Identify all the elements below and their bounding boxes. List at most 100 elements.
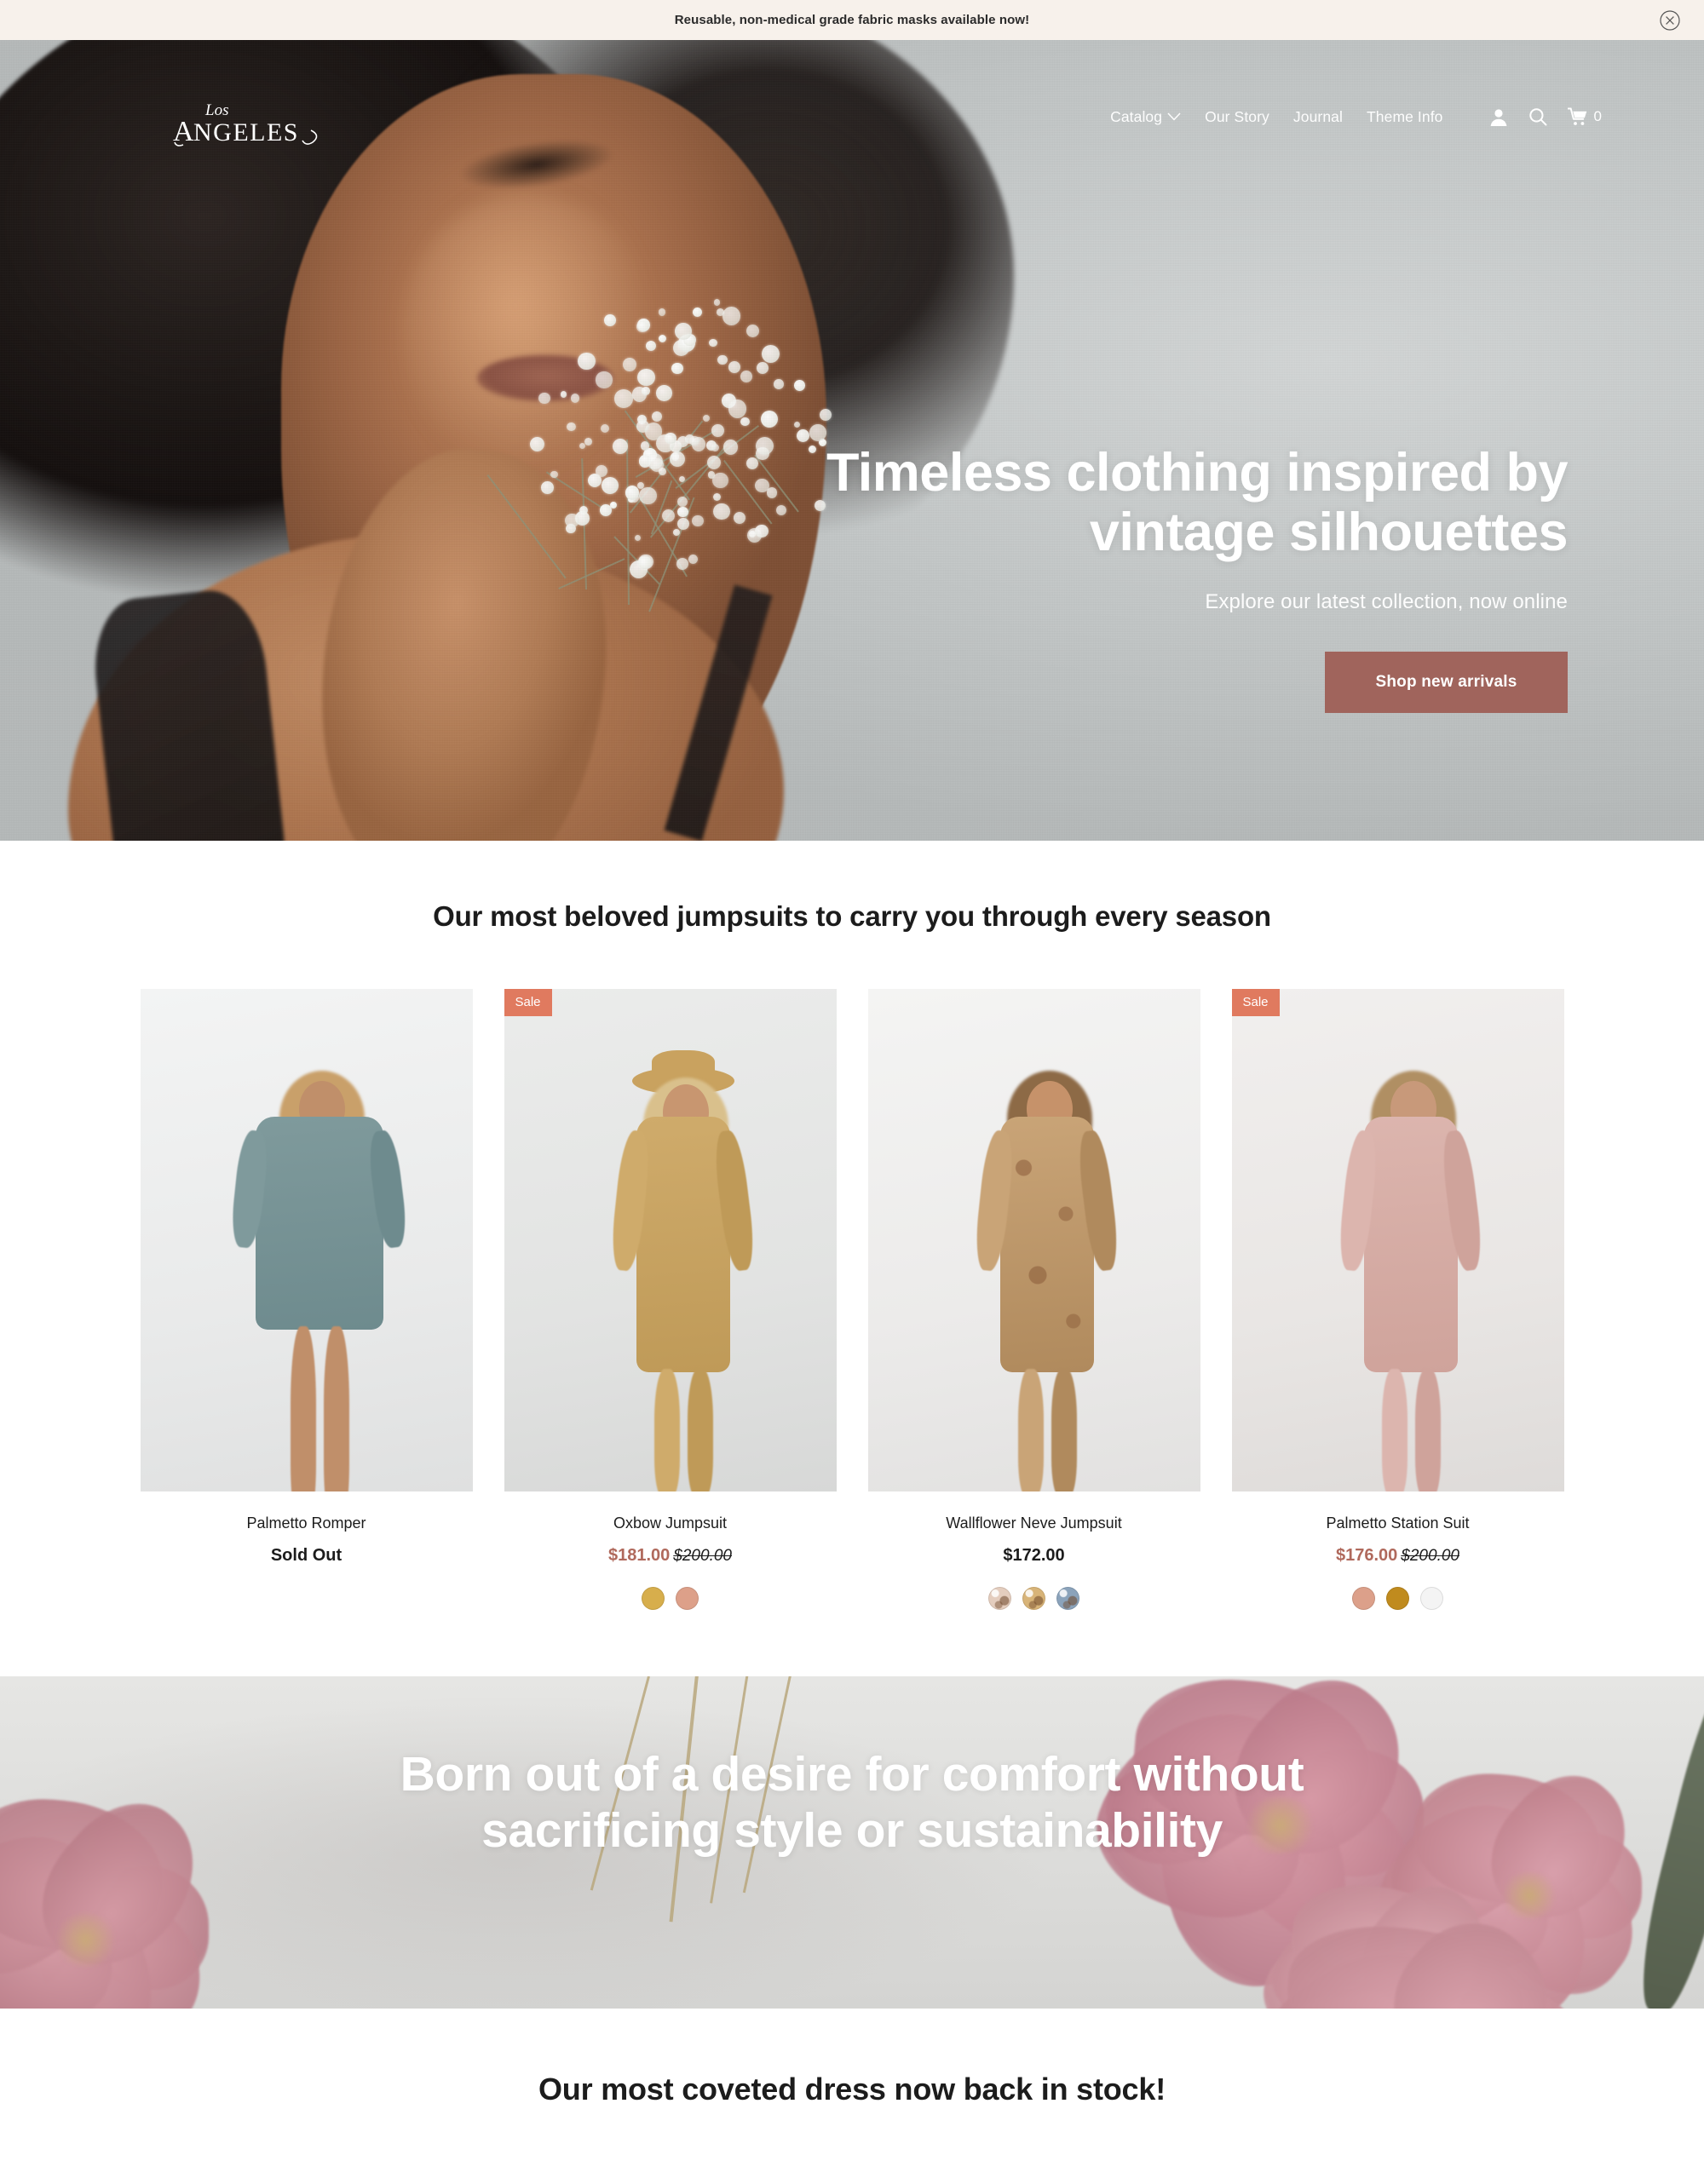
color-swatch[interactable] [1352,1587,1375,1610]
product-image[interactable] [140,989,473,1491]
hero-title-line-1: Timeless clothing inspired by [826,442,1569,503]
hero-section: Los A NGELES Catalog Our Story Journal T… [0,40,1704,841]
account-icon[interactable] [1489,107,1508,127]
nav-item-theme-info[interactable]: Theme Info [1367,108,1443,126]
svg-text:A: A [173,116,195,147]
flower-blossom [614,389,633,408]
product-compare-at-price: $200.00 [1401,1547,1459,1565]
flower-blossom [728,361,740,374]
flower-blossom [676,518,689,531]
flower-blossom [713,492,722,501]
flower-blossom [600,423,609,433]
flower-blossom [688,554,698,564]
flower-blossom [604,314,616,326]
flower-blossom [692,515,704,527]
main-navigation: Catalog Our Story Journal Theme Info 0 [1110,107,1653,127]
flower-blossom [658,468,666,475]
product-price: $172.00 [868,1546,1200,1566]
flower-blossom [709,338,718,348]
flower-blossom [756,436,774,456]
color-swatch[interactable] [642,1587,665,1610]
featured-products-title: Our most beloved jumpsuits to carry you … [433,900,1271,932]
color-swatch[interactable] [1386,1587,1409,1610]
cart-count: 0 [1593,108,1602,124]
site-header: Los A NGELES Catalog Our Story Journal T… [0,40,1704,185]
bottom-section: Our most coveted dress now back in stock… [0,2009,1704,2184]
product-name[interactable]: Palmetto Station Suit [1232,1514,1564,1532]
hero-title-line-2: vintage silhouettes [1089,503,1569,563]
flower-stem [626,439,630,605]
nav-item-journal[interactable]: Journal [1293,108,1343,126]
color-swatch[interactable] [988,1587,1011,1610]
color-swatch[interactable] [1056,1587,1079,1610]
banner-flower-core [52,1912,120,1968]
flower-blossom [713,503,730,520]
product-price: $176.00 $200.00 [1232,1546,1564,1566]
flower-blossom [756,362,769,374]
flower-blossom [671,362,684,375]
product-image[interactable]: Sale [504,989,837,1491]
flower-blossom [760,411,779,428]
product-compare-at-price: $200.00 [673,1547,732,1565]
flower-blossom [570,394,580,403]
product-name[interactable]: Palmetto Romper [141,1514,473,1532]
flower-blossom [746,324,759,337]
product-card[interactable]: Palmetto Romper Sold Out [140,989,473,1610]
color-swatch[interactable] [676,1587,699,1610]
product-model-figure [504,989,837,1491]
flower-blossom [584,438,592,445]
flower-blossom [641,387,650,395]
site-logo[interactable]: Los A NGELES [166,96,328,153]
flower-blossom [637,368,655,387]
hero-subtitle: Explore our latest collection, now onlin… [1205,590,1568,613]
color-swatch[interactable] [1022,1587,1045,1610]
shop-new-arrivals-button[interactable]: Shop new arrivals [1325,652,1568,713]
product-image[interactable] [867,989,1200,1491]
color-swatch[interactable] [1420,1587,1443,1610]
flower-blossom [776,505,787,516]
flower-blossom [722,307,741,325]
flower-blossom [636,321,648,333]
nav-item-our-story[interactable]: Our Story [1205,108,1269,126]
hero-title: Timeless clothing inspired by vintage si… [801,442,1569,563]
flower-blossom [669,451,685,467]
nav-item-catalog[interactable]: Catalog [1110,108,1181,126]
svg-text:Los: Los [204,101,228,119]
product-name[interactable]: Wallflower Neve Jumpsuit [868,1514,1200,1532]
nav-item-our-story-label: Our Story [1205,107,1269,125]
product-name[interactable]: Oxbow Jumpsuit [504,1514,837,1532]
product-sold-out-label: Sold Out [270,1546,343,1565]
product-current-price: $176.00 [1336,1546,1398,1565]
product-card[interactable]: Sale Oxbow Jumpsuit $181.00 $200.00 [504,989,837,1610]
flower-blossom [625,486,640,500]
flower-blossom [820,409,832,422]
flower-blossom [676,497,688,508]
product-current-price: $181.00 [608,1546,671,1565]
flower-blossom [596,371,613,388]
flower-blossom [740,417,750,427]
flower-blossom [639,486,657,504]
product-card[interactable]: Wallflower Neve Jumpsuit $172.00 [867,989,1200,1610]
product-color-swatches [1232,1587,1564,1610]
brand-statement-banner: Born out of a desire for comfort without… [0,1676,1704,2009]
flower-blossom [766,487,778,499]
banner-title: Born out of a desire for comfort without… [0,1676,1704,1859]
flower-blossom [733,512,746,525]
flower-blossom [722,440,739,456]
product-image[interactable]: Sale [1231,989,1564,1491]
product-color-swatches [504,1587,837,1610]
cart-icon[interactable]: 0 [1567,107,1602,126]
flower-blossom [609,502,617,509]
flower-blossom [711,424,725,438]
search-icon[interactable] [1528,107,1547,126]
banner-title-line-2: sacrificing style or sustainability [481,1803,1223,1859]
flower-blossom [560,391,567,398]
product-card[interactable]: Sale Palmetto Station Suit $176.00 $200.00 [1231,989,1564,1610]
flower-blossom [540,481,554,494]
flower-blossom [740,371,752,382]
close-circle-icon[interactable] [1658,9,1682,32]
flower-blossom [713,299,721,306]
flower-blossom [658,308,666,317]
flower-stem [650,480,672,534]
featured-products-section: Our most beloved jumpsuits to carry you … [0,841,1704,1676]
